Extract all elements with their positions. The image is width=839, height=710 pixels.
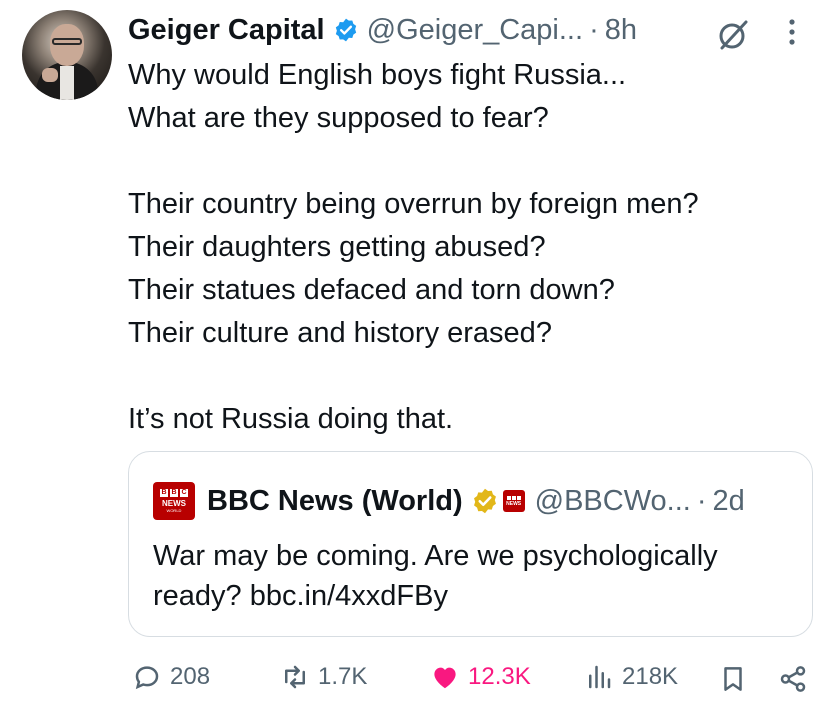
affiliate-news-text: NEWS (506, 500, 522, 507)
like-button[interactable]: 12.3K (430, 662, 531, 692)
author-display-name[interactable]: Geiger Capital (128, 12, 325, 48)
tweet-line: What are they supposed to fear? (128, 102, 549, 134)
tweet-line: It’s not Russia doing that. (128, 403, 454, 435)
like-count: 12.3K (468, 663, 531, 690)
bookmark-icon (724, 667, 742, 691)
tweet-line: Their country being overrun by foreign m… (128, 188, 699, 220)
avatar-hand (42, 68, 58, 82)
repost-button[interactable]: 1.7K (280, 662, 367, 692)
tweet-line: Their statues defaced and torn down? (128, 274, 615, 306)
avatar-head (50, 24, 84, 66)
tweet-time[interactable]: 8h (605, 12, 637, 48)
bbc-block: B (160, 489, 168, 497)
avatar[interactable] (22, 10, 112, 100)
action-bar: 208 1.7K 12.3K 218K (0, 658, 839, 702)
quoted-separator: · (696, 485, 707, 517)
avatar-glasses (52, 38, 82, 45)
tweet-line: Why would English boys fight Russia... (128, 59, 627, 91)
affiliate-bbc-icon: NEWS (502, 490, 525, 512)
quoted-handle[interactable]: @BBCWo... (535, 483, 691, 519)
more-icon[interactable] (782, 14, 802, 50)
bbc-news-logo[interactable]: B B C NEWS WORLD (153, 482, 195, 520)
reply-count: 208 (170, 663, 211, 690)
bbc-block: B (170, 489, 178, 497)
heart-icon (434, 667, 456, 689)
bbc-blocks: B B C (160, 489, 188, 497)
share-button[interactable] (778, 664, 808, 701)
author-handle[interactable]: @Geiger_Capi... (367, 12, 583, 48)
tweet-text: Why would English boys fight Russia... W… (128, 54, 818, 441)
tweet-line: Their daughters getting abused? (128, 231, 546, 263)
quoted-display-name[interactable]: BBC News (World) (207, 483, 463, 519)
reply-button[interactable]: 208 (132, 662, 210, 692)
quoted-time[interactable]: 2d (713, 483, 745, 519)
quoted-tweet-card[interactable]: B B C NEWS WORLD BBC News (World) NEWS @… (128, 451, 813, 637)
tweet-header: Geiger Capital @Geiger_Capi... · 8h (128, 12, 637, 48)
bbc-news-text: NEWS (162, 499, 186, 508)
quoted-tweet-text: War may be coming. Are we psychologicall… (153, 540, 718, 612)
bbc-world-text: WORLD (166, 508, 182, 513)
avatar-shirt (60, 66, 74, 100)
quoted-tweet-header: B B C NEWS WORLD BBC News (World) NEWS @… (153, 482, 745, 520)
views-count: 218K (622, 663, 679, 690)
views-icon (589, 665, 611, 689)
tweet-line: Their culture and history erased? (128, 317, 552, 349)
bookmark-button[interactable] (718, 664, 748, 701)
grok-icon[interactable] (716, 18, 750, 52)
verified-badge-icon (335, 18, 356, 42)
reply-icon (135, 666, 159, 690)
repost-icon (285, 665, 305, 689)
gold-verified-badge-icon (473, 488, 496, 514)
header-separator: · (589, 14, 599, 46)
bbc-block: C (180, 489, 188, 497)
repost-count: 1.7K (318, 663, 368, 690)
share-icon (780, 666, 806, 692)
views-button[interactable]: 218K (584, 662, 678, 692)
